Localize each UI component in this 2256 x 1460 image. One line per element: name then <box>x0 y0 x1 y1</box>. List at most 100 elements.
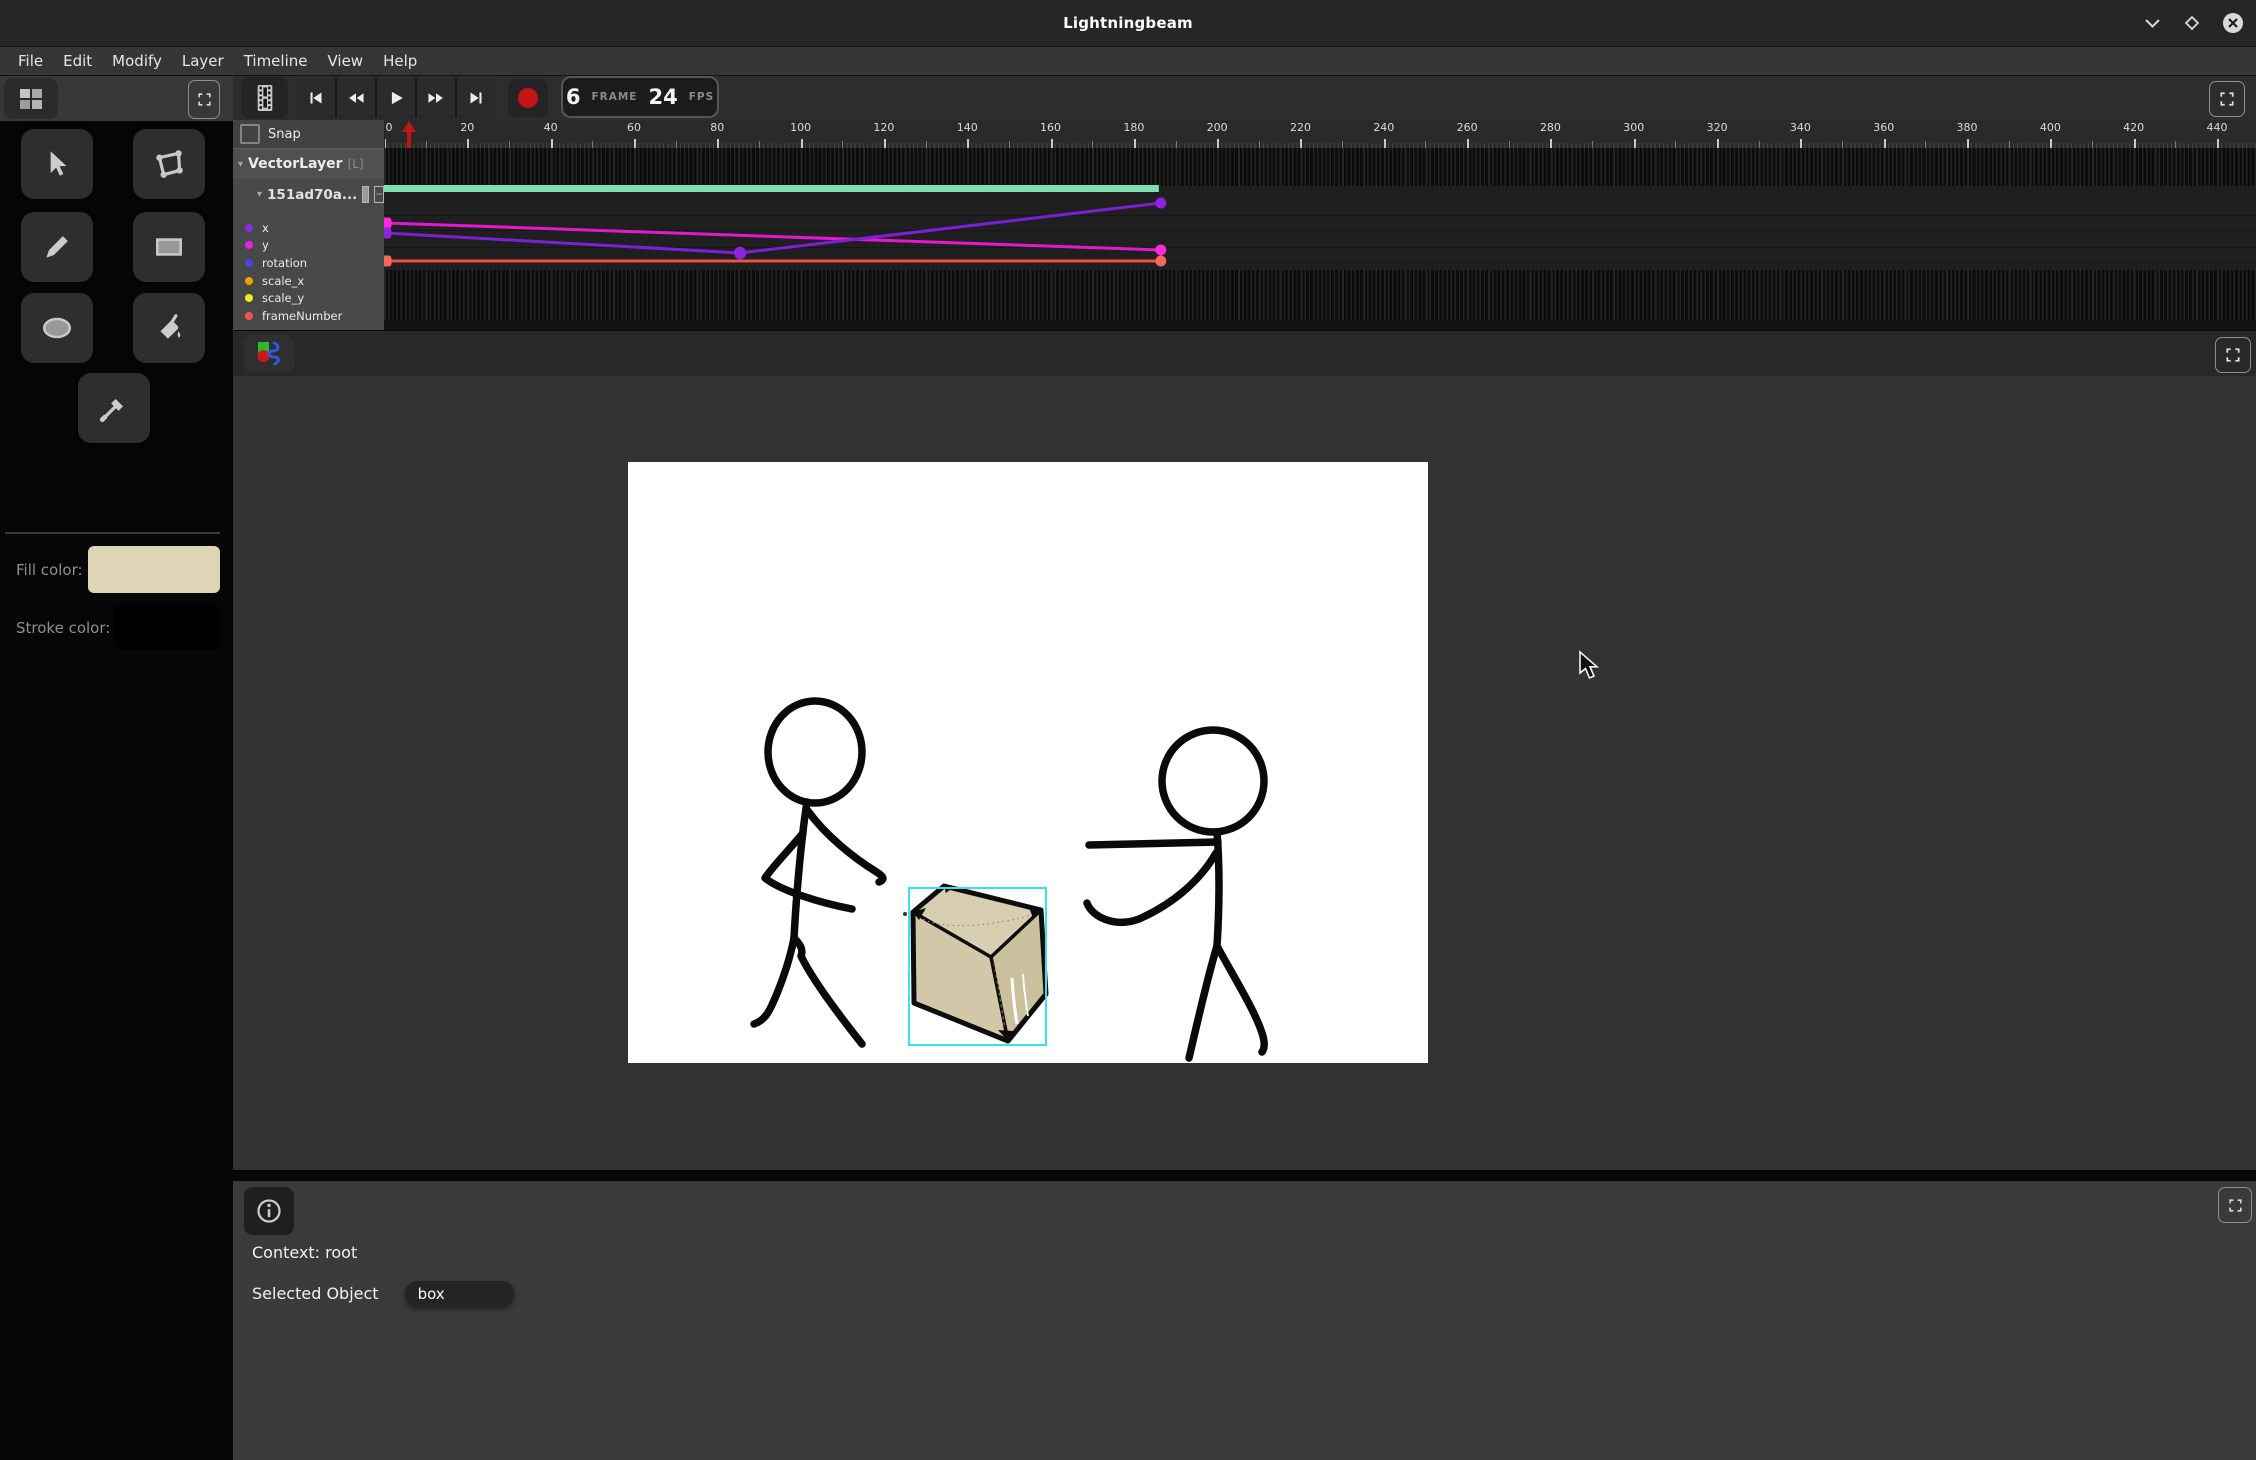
timeline-expand-button[interactable] <box>2209 81 2245 117</box>
ruler-tick <box>467 139 469 148</box>
property-row-scale_y[interactable]: scale_y <box>233 289 384 307</box>
fill-color-swatch[interactable] <box>88 546 220 593</box>
rectangle-icon <box>152 230 186 264</box>
property-row-x[interactable]: x <box>233 219 384 237</box>
shapes-button[interactable] <box>244 335 294 373</box>
property-row-rotation[interactable]: rotation <box>233 254 384 272</box>
selected-object-dropdown[interactable]: box <box>405 1281 514 1306</box>
timeline-tracks[interactable] <box>384 148 2256 330</box>
box-object[interactable] <box>903 886 1046 1045</box>
fast-forward-button[interactable] <box>417 78 455 118</box>
rewind-button[interactable] <box>337 78 375 118</box>
info-button[interactable] <box>244 1187 294 1235</box>
stick-figure-left[interactable] <box>754 701 883 1044</box>
ruler-label: 120 <box>873 121 894 134</box>
ruler-label: 360 <box>1873 121 1894 134</box>
stroke-color-swatch[interactable] <box>114 604 220 649</box>
record-icon <box>516 86 540 110</box>
ellipse-tool-button[interactable] <box>21 293 93 363</box>
layer-extent-bar[interactable] <box>384 185 1159 192</box>
ruler-label: 380 <box>1957 121 1978 134</box>
property-color-dot <box>245 277 253 285</box>
tools-expand-button[interactable] <box>188 80 220 119</box>
ruler-mid-tick <box>1592 141 1593 148</box>
paint-bucket-tool-button[interactable] <box>133 293 205 363</box>
close-icon[interactable] <box>2221 11 2245 35</box>
ruler-tick <box>1467 139 1469 148</box>
menu-modify[interactable]: Modify <box>102 47 172 75</box>
shapes-logo-icon <box>255 340 283 368</box>
ruler-label: 280 <box>1540 121 1561 134</box>
menu-edit[interactable]: Edit <box>53 47 102 75</box>
collapse-triangle-icon[interactable]: ▾ <box>257 189 262 200</box>
playback-controls <box>297 78 495 118</box>
select-tool-button[interactable] <box>21 129 93 199</box>
keyframe-y[interactable] <box>384 218 392 229</box>
ruler-tick <box>1550 139 1552 148</box>
transform-tool-button[interactable] <box>133 129 205 199</box>
layer-name: VectorLayer <box>248 156 343 172</box>
property-row-frameNumber[interactable]: frameNumber <box>233 307 384 325</box>
ruler-label: 300 <box>1623 121 1644 134</box>
eyedropper-tool-button[interactable] <box>78 373 150 443</box>
menu-help[interactable]: Help <box>373 47 427 75</box>
keyframe-frameNumber[interactable] <box>1155 256 1166 267</box>
snap-label: Snap <box>268 127 301 142</box>
film-button[interactable] <box>241 77 288 119</box>
timeline-ruler[interactable]: 0204060801001201401601802002202402602803… <box>384 120 2256 148</box>
ruler-label: 440 <box>2206 121 2227 134</box>
object-visibility-button[interactable] <box>362 186 369 203</box>
object-row[interactable]: ▾ 151ad70a... ~ <box>233 179 384 210</box>
panel-grid-button[interactable] <box>4 78 58 119</box>
ruler-mid-tick <box>2092 141 2093 148</box>
snap-row[interactable]: Snap <box>233 120 384 148</box>
stick-figure-right[interactable] <box>1087 730 1264 1058</box>
property-color-dot <box>245 259 253 267</box>
ruler-mid-tick <box>1092 141 1093 148</box>
menu-layer[interactable]: Layer <box>172 47 234 75</box>
expand-icon <box>2225 347 2241 363</box>
menu-timeline[interactable]: Timeline <box>234 47 318 75</box>
curve-y[interactable] <box>386 223 1161 250</box>
property-row-scale_x[interactable]: scale_x <box>233 272 384 290</box>
animation-curves <box>384 148 2256 330</box>
property-row-y[interactable]: y <box>233 237 384 255</box>
maximize-icon[interactable] <box>2180 11 2204 35</box>
object-id: 151ad70a... <box>267 187 357 203</box>
property-list: xy rotation scale_xscale_y frameNumber <box>233 210 384 325</box>
ruler-mid-tick <box>592 141 593 148</box>
skip-to-start-button[interactable] <box>297 78 335 118</box>
pencil-tool-button[interactable] <box>21 212 93 282</box>
skip-to-end-button[interactable] <box>457 78 495 118</box>
playhead[interactable] <box>401 121 417 148</box>
ruler-mid-tick <box>1259 141 1260 148</box>
keyframe-y[interactable] <box>1155 245 1166 256</box>
property-label: scale_x <box>262 274 304 288</box>
menu-view[interactable]: View <box>317 47 373 75</box>
ruler-mid-tick <box>1759 141 1760 148</box>
frame-number: 6 <box>566 85 581 109</box>
canvas-header <box>233 331 2256 376</box>
record-button[interactable] <box>508 79 548 117</box>
rectangle-tool-button[interactable] <box>133 212 205 282</box>
snap-checkbox[interactable] <box>240 124 260 144</box>
ruler-tick <box>801 139 803 148</box>
collapse-triangle-icon[interactable]: ▾ <box>238 159 243 170</box>
mouse-cursor-icon <box>1578 650 1604 680</box>
canvas-expand-button[interactable] <box>2215 337 2251 373</box>
play-button[interactable] <box>377 78 415 118</box>
minimize-icon[interactable] <box>2140 11 2164 35</box>
eyedropper-icon <box>97 391 131 425</box>
keyframe-x[interactable] <box>1155 198 1166 209</box>
keyframe-x[interactable] <box>734 247 746 259</box>
ruler-tick <box>1800 139 1802 148</box>
layer-row[interactable]: ▾ VectorLayer [L] <box>233 148 384 179</box>
keyframe-frameNumber[interactable] <box>384 256 392 267</box>
stage[interactable] <box>628 462 1428 1063</box>
keyframe-x[interactable] <box>384 228 392 239</box>
property-label: frameNumber <box>262 309 342 323</box>
property-label: y <box>262 238 269 252</box>
inspector-expand-button[interactable] <box>2218 1187 2252 1223</box>
object-curve-button[interactable]: ~ <box>374 186 384 203</box>
menu-file[interactable]: File <box>8 47 53 75</box>
